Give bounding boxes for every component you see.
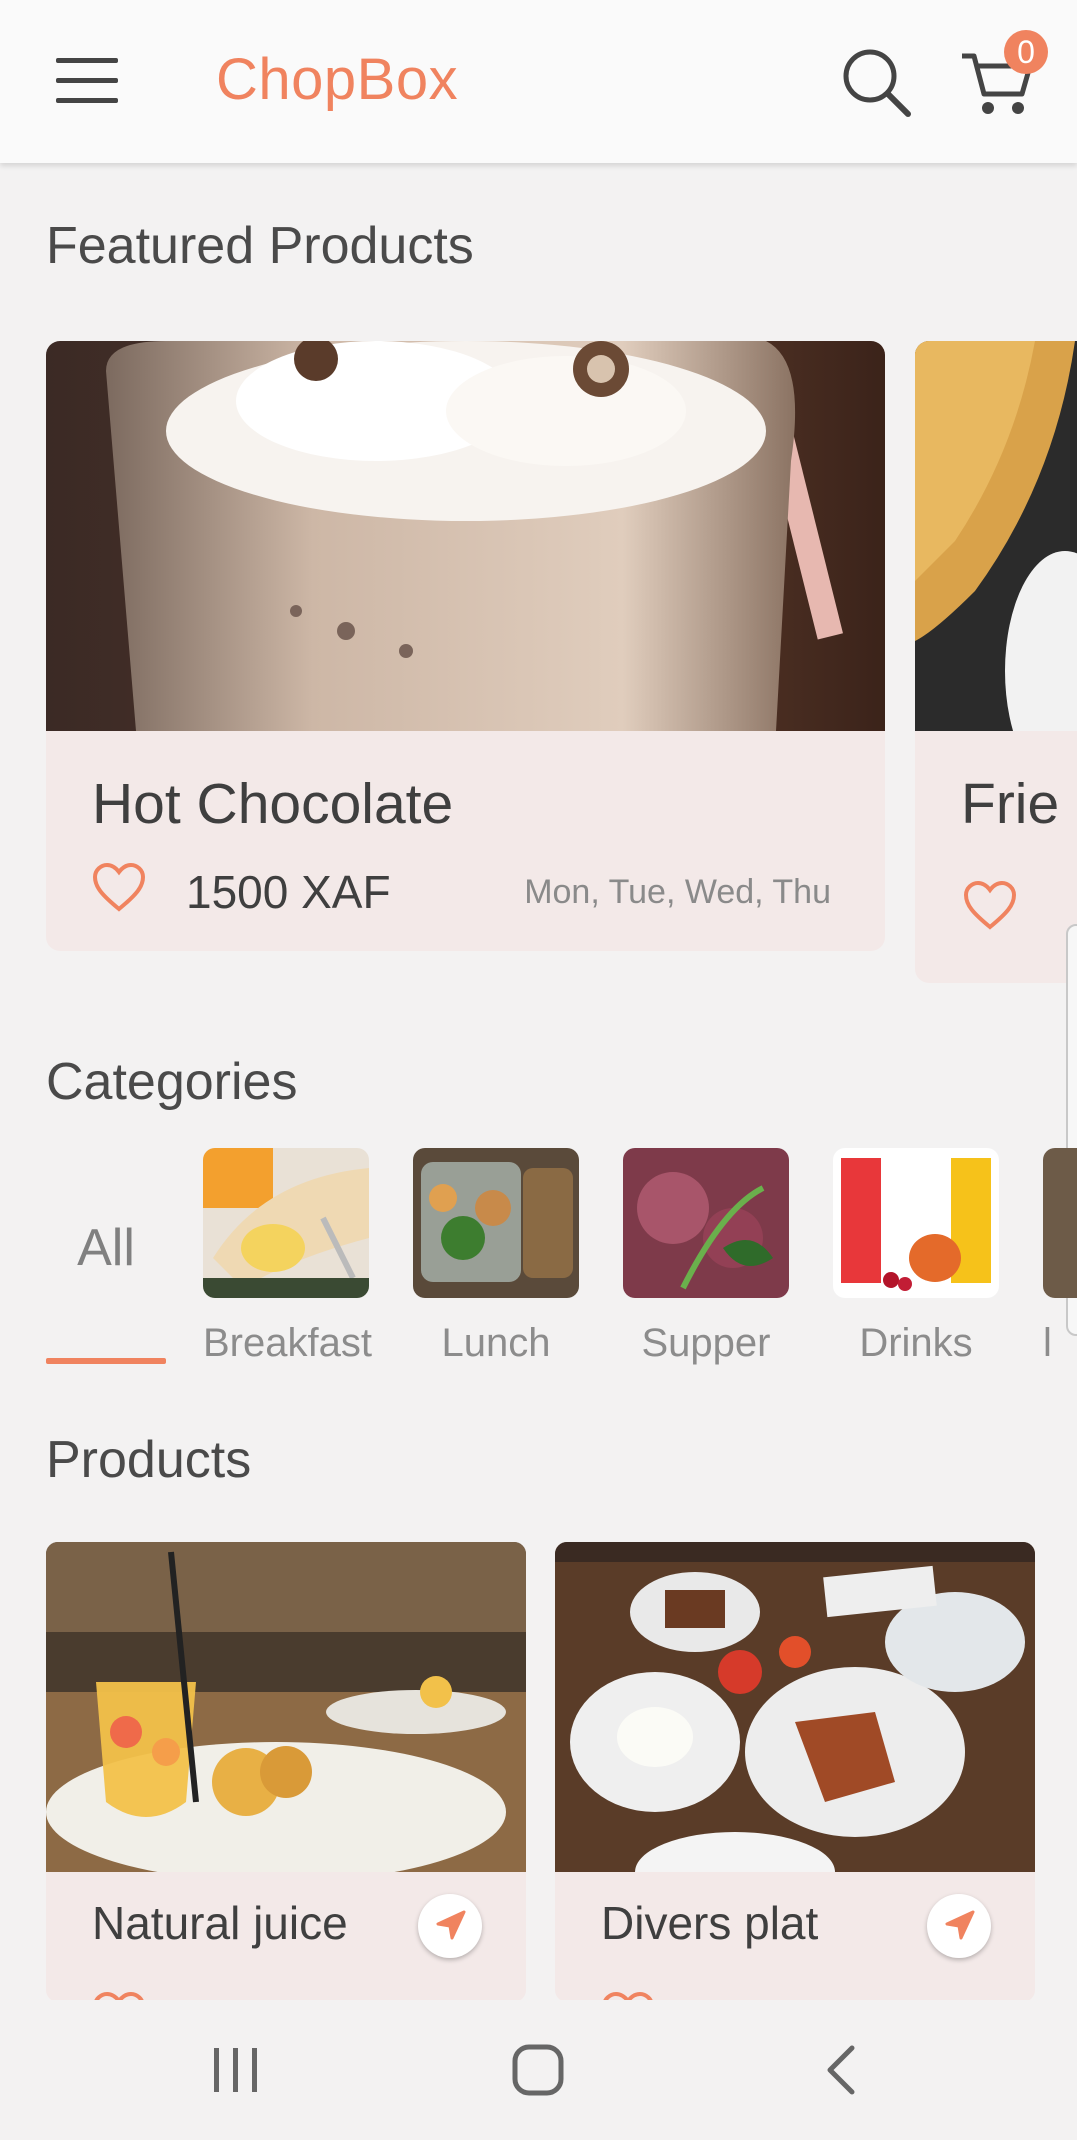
home-button[interactable] bbox=[498, 2036, 578, 2106]
featured-section-title: Featured Products bbox=[46, 217, 474, 275]
product-navigate-button[interactable] bbox=[927, 1894, 991, 1958]
category-label: Supper bbox=[641, 1321, 771, 1365]
divers-plat-image bbox=[555, 1542, 1035, 1872]
category-partial[interactable]: l bbox=[1043, 1148, 1077, 1366]
product-navigate-button[interactable] bbox=[418, 1894, 482, 1958]
navigation-arrow-icon bbox=[436, 1910, 466, 1940]
cart-count-badge: 0 bbox=[1004, 30, 1048, 74]
category-label: Drinks bbox=[859, 1321, 973, 1365]
back-icon bbox=[827, 2045, 855, 2095]
category-label: Breakfast bbox=[203, 1321, 372, 1365]
category-label: Lunch bbox=[441, 1321, 551, 1365]
category-supper[interactable]: Supper bbox=[623, 1148, 789, 1366]
categories-section-title: Categories bbox=[46, 1053, 298, 1111]
category-label: l bbox=[1043, 1321, 1052, 1365]
featured-product-name: Hot Chocolate bbox=[92, 772, 454, 836]
category-lunch[interactable]: Lunch bbox=[413, 1148, 579, 1366]
menu-icon-bar bbox=[56, 98, 118, 103]
category-breakfast[interactable]: Breakfast bbox=[203, 1148, 372, 1366]
featured-card-hot-chocolate[interactable]: Hot Chocolate 1500 XAF Mon, Tue, Wed, Th… bbox=[46, 341, 885, 951]
product-card-divers-plat[interactable]: Divers plat bbox=[555, 1542, 1035, 2002]
recents-button[interactable] bbox=[196, 2036, 276, 2106]
category-drinks[interactable]: Drinks bbox=[833, 1148, 999, 1366]
menu-icon-bar bbox=[56, 78, 118, 83]
featured-product-price: 1500 XAF bbox=[186, 866, 391, 918]
heart-outline-icon[interactable] bbox=[963, 881, 1017, 931]
heart-outline-icon[interactable] bbox=[92, 863, 146, 913]
products-section-title: Products bbox=[46, 1431, 252, 1489]
natural-juice-image bbox=[46, 1542, 526, 1872]
hot-chocolate-image bbox=[46, 341, 885, 731]
breakfast-image bbox=[203, 1148, 369, 1298]
app-title: ChopBox bbox=[216, 47, 459, 112]
search-button[interactable] bbox=[838, 44, 914, 120]
back-button[interactable] bbox=[802, 2036, 882, 2106]
system-navigation-bar bbox=[0, 2000, 1077, 2140]
category-tab-all[interactable]: All bbox=[46, 1218, 166, 1278]
product-name: Divers plat bbox=[601, 1897, 819, 1949]
category-partial-image bbox=[1043, 1148, 1077, 1298]
home-icon bbox=[512, 2044, 564, 2096]
featured-product-name: Frie bbox=[961, 772, 1060, 836]
menu-icon bbox=[56, 58, 118, 63]
app-bar: ChopBox 0 bbox=[0, 0, 1077, 163]
featured-card-frie[interactable]: Frie bbox=[915, 341, 1077, 983]
menu-button[interactable] bbox=[46, 48, 128, 114]
frie-image bbox=[915, 341, 1077, 731]
product-card-natural-juice[interactable]: Natural juice bbox=[46, 1542, 526, 2002]
product-name: Natural juice bbox=[92, 1897, 348, 1949]
recents-icon bbox=[214, 2048, 257, 2092]
featured-product-days: Mon, Tue, Wed, Thu bbox=[524, 873, 831, 911]
navigation-arrow-icon bbox=[945, 1910, 975, 1940]
drinks-image bbox=[833, 1148, 999, 1298]
supper-image bbox=[623, 1148, 789, 1298]
search-icon bbox=[843, 49, 911, 117]
category-selected-indicator bbox=[46, 1358, 166, 1364]
lunch-image bbox=[413, 1148, 579, 1298]
